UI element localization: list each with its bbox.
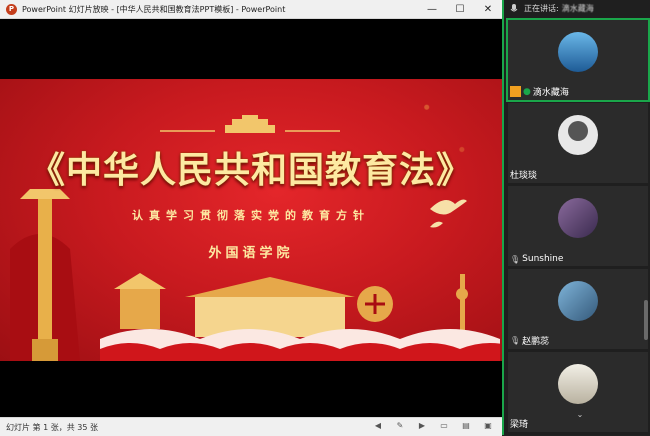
slideshow-controls: ◀ ✎ ▶ ▭ ▤ ▣ bbox=[372, 421, 494, 430]
panel-scrollbar[interactable] bbox=[644, 300, 648, 340]
powerpoint-window: P PowerPoint 幻灯片放映 - [中华人民共和国教育法PPT模板] -… bbox=[0, 0, 502, 436]
participant-name: 🎙 Sunshine bbox=[510, 254, 563, 264]
slide-title: 《中华人民共和国教育法》 bbox=[28, 149, 473, 191]
slideshow-view-icon[interactable]: ▣ bbox=[482, 421, 494, 430]
maximize-button[interactable]: ☐ bbox=[446, 0, 474, 18]
gate-ornament-icon bbox=[160, 115, 340, 133]
close-button[interactable]: ✕ bbox=[474, 0, 502, 18]
microphone-icon bbox=[510, 3, 518, 11]
meeting-participants-panel: 正在讲话: 滴水藏海 ● 滴水藏海 杜琰琰 🎙 Sunshine 🎙 赵鹏蕊 梁… bbox=[502, 0, 650, 435]
speaking-label: 正在讲话: bbox=[524, 4, 559, 13]
participant-tile[interactable]: ● 滴水藏海 bbox=[506, 18, 650, 102]
microphone-muted-icon: 🎙 bbox=[510, 336, 521, 345]
powerpoint-icon: P bbox=[6, 3, 17, 15]
avatar bbox=[558, 115, 598, 155]
window-controls: — ☐ ✕ bbox=[418, 0, 502, 18]
participant-name: ● 滴水藏海 bbox=[510, 85, 569, 98]
participant-name-text: 赵鹏蕊 bbox=[522, 337, 550, 347]
avatar bbox=[558, 364, 598, 404]
title-bar: P PowerPoint 幻灯片放映 - [中华人民共和国教育法PPT模板] -… bbox=[0, 0, 502, 19]
pointer-options-icon[interactable]: ✎ bbox=[394, 421, 406, 430]
avatar bbox=[558, 198, 598, 238]
participant-tile[interactable]: 🎙 赵鹏蕊 bbox=[508, 269, 648, 349]
microphone-on-icon: ● bbox=[523, 86, 531, 97]
window-title: PowerPoint 幻灯片放映 - [中华人民共和国教育法PPT模板] - P… bbox=[22, 4, 286, 14]
participant-name-text: 滴水藏海 bbox=[532, 88, 569, 98]
host-icon bbox=[510, 86, 521, 97]
previous-slide-icon[interactable]: ◀ bbox=[372, 421, 384, 430]
slide-counter: 幻灯片 第 1 张，共 35 张 bbox=[6, 422, 98, 432]
participant-name-text: 杜琰琰 bbox=[510, 171, 538, 181]
avatar bbox=[558, 32, 598, 72]
next-slide-icon[interactable]: ▶ bbox=[416, 421, 428, 430]
participant-tile[interactable]: 🎙 Sunshine bbox=[508, 186, 648, 266]
speaking-name: 滴水藏海 bbox=[561, 4, 594, 13]
slide-school-name: 外国语学院 bbox=[208, 246, 294, 261]
reading-view-icon[interactable]: ▤ bbox=[460, 421, 472, 430]
speaking-indicator: 正在讲话: 滴水藏海 bbox=[504, 0, 650, 17]
minimize-button[interactable]: — bbox=[418, 0, 446, 18]
microphone-muted-icon: 🎙 bbox=[510, 254, 521, 264]
slide[interactable]: 《中华人民共和国教育法》 认真学习贯彻落实党的教育方针 外国语学院 bbox=[0, 79, 502, 361]
participant-name: 🎙 赵鹏蕊 bbox=[510, 334, 549, 347]
avatar bbox=[558, 281, 598, 321]
scroll-down-button[interactable]: ⌄ bbox=[560, 408, 600, 422]
participant-tile[interactable]: 杜琰琰 bbox=[508, 103, 648, 183]
status-bar: 幻灯片 第 1 张，共 35 张 ◀ ✎ ▶ ▭ ▤ ▣ bbox=[0, 417, 502, 436]
participant-name: 梁琦 bbox=[510, 417, 528, 430]
participant-name: 杜琰琰 bbox=[510, 168, 537, 181]
normal-view-icon[interactable]: ▭ bbox=[438, 421, 450, 430]
slideshow-area[interactable]: 《中华人民共和国教育法》 认真学习贯彻落实党的教育方针 外国语学院 bbox=[0, 19, 502, 417]
tiananmen-skyline-illustration bbox=[100, 273, 500, 361]
participant-name-text: 梁琦 bbox=[510, 420, 529, 430]
participant-name-text: Sunshine bbox=[522, 254, 564, 264]
slide-subtitle: 认真学习贯彻落实党的教育方针 bbox=[132, 209, 370, 222]
